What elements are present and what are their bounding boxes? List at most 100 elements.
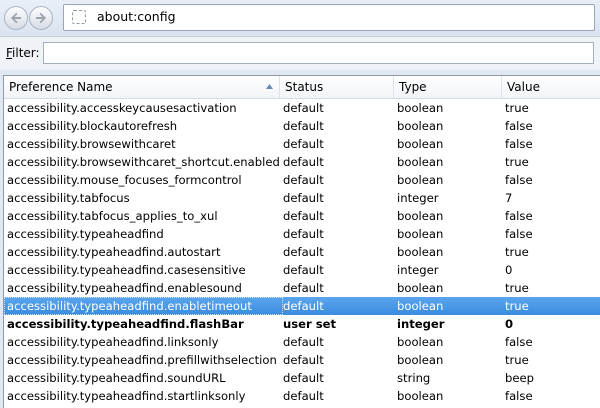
- value-cell: false: [505, 389, 533, 403]
- value-cell: false: [505, 335, 533, 349]
- preference-name-cell: accessibility.blockautorefresh: [7, 119, 178, 133]
- column-header-preference-name[interactable]: Preference Name: [4, 76, 280, 98]
- table-row[interactable]: accessibility.tabfocus_applies_to_xul def…: [4, 207, 600, 225]
- type-cell: boolean: [397, 227, 444, 241]
- table-row[interactable]: accessibility.typeaheadfind.autostart def…: [4, 243, 600, 261]
- value-cell: 7: [505, 191, 513, 205]
- preference-name-cell: accessibility.accesskeycausesactivation: [7, 101, 237, 115]
- type-cell: boolean: [397, 299, 444, 313]
- table-row[interactable]: accessibility.browsewithcaret default bool…: [4, 135, 600, 153]
- type-cell: integer: [397, 317, 445, 331]
- status-cell: default: [283, 245, 324, 259]
- filter-row: Filter:: [0, 36, 600, 70]
- forward-arrow-icon: [36, 12, 46, 24]
- value-cell: false: [505, 209, 533, 223]
- table-row[interactable]: accessibility.mouse_focuses_formcontrol d…: [4, 171, 600, 189]
- forward-button[interactable]: [29, 6, 53, 30]
- preference-name-cell: accessibility.tabfocus: [7, 191, 130, 205]
- table-row[interactable]: accessibility.typeaheadfind.flashBar user…: [4, 315, 600, 333]
- type-cell: boolean: [397, 335, 444, 349]
- value-cell: false: [505, 119, 533, 133]
- table-body: accessibility.accesskeycausesactivation d…: [4, 99, 600, 405]
- type-cell: boolean: [397, 155, 444, 169]
- type-cell: boolean: [397, 137, 444, 151]
- status-cell: default: [283, 281, 324, 295]
- preference-name-cell: accessibility.typeaheadfind.enabletimeou…: [4, 297, 283, 315]
- value-cell: true: [505, 245, 529, 259]
- type-cell: boolean: [397, 281, 444, 295]
- back-button[interactable]: [4, 6, 28, 30]
- column-header-value[interactable]: Value: [502, 76, 600, 98]
- type-cell: integer: [397, 191, 439, 205]
- status-cell: default: [283, 155, 324, 169]
- table-row[interactable]: accessibility.typeaheadfind.soundURL defa…: [4, 369, 600, 387]
- value-cell: 0: [505, 317, 514, 331]
- table-row[interactable]: accessibility.typeaheadfind.enabletimeou…: [4, 297, 600, 315]
- preference-name-cell: accessibility.typeaheadfind.startlinkson…: [7, 389, 246, 403]
- value-cell: true: [505, 299, 529, 313]
- table-row[interactable]: accessibility.typeaheadfind.casesensitiv…: [4, 261, 600, 279]
- value-cell: true: [505, 281, 529, 295]
- status-cell: user set: [283, 317, 337, 331]
- status-cell: default: [283, 209, 324, 223]
- type-cell: string: [397, 371, 431, 385]
- value-cell: false: [505, 227, 533, 241]
- preference-name-cell: accessibility.browsewithcaret: [7, 137, 176, 151]
- column-header-status[interactable]: Status: [280, 76, 394, 98]
- status-cell: default: [283, 299, 324, 313]
- table-row[interactable]: accessibility.blockautorefresh default boo…: [4, 117, 600, 135]
- preference-name-cell: accessibility.typeaheadfind.casesensitiv…: [7, 263, 246, 277]
- table-row[interactable]: accessibility.tabfocus default integer 7: [4, 189, 600, 207]
- status-cell: default: [283, 227, 324, 241]
- table-row[interactable]: accessibility.typeaheadfind default boolea…: [4, 225, 600, 243]
- status-cell: default: [283, 389, 324, 403]
- value-cell: true: [505, 101, 529, 115]
- type-cell: boolean: [397, 119, 444, 133]
- type-cell: boolean: [397, 173, 444, 187]
- type-cell: boolean: [397, 209, 444, 223]
- preference-name-cell: accessibility.browsewithcaret_shortcut.e…: [7, 155, 280, 169]
- table-row[interactable]: accessibility.typeaheadfind.startlinkson…: [4, 387, 600, 405]
- url-text: about:config: [97, 9, 176, 24]
- status-cell: default: [283, 137, 324, 151]
- preference-name-cell: accessibility.typeaheadfind.linksonly: [7, 335, 219, 349]
- status-cell: default: [283, 371, 324, 385]
- preference-name-cell: accessibility.tabfocus_applies_to_xul: [7, 209, 218, 223]
- status-cell: default: [283, 191, 324, 205]
- preference-name-cell: accessibility.typeaheadfind.autostart: [7, 245, 221, 259]
- value-cell: true: [505, 155, 529, 169]
- preference-name-cell: accessibility.typeaheadfind.soundURL: [7, 371, 226, 385]
- type-cell: integer: [397, 263, 439, 277]
- status-cell: default: [283, 173, 324, 187]
- table-row[interactable]: accessibility.typeaheadfind.linksonly def…: [4, 333, 600, 351]
- value-cell: beep: [505, 371, 534, 385]
- value-cell: false: [505, 173, 533, 187]
- type-cell: boolean: [397, 389, 444, 403]
- filter-label: Filter:: [6, 46, 40, 60]
- status-cell: default: [283, 353, 324, 367]
- type-cell: boolean: [397, 245, 444, 259]
- preference-name-cell: accessibility.typeaheadfind.prefillwiths…: [7, 353, 277, 367]
- column-header-type[interactable]: Type: [394, 76, 502, 98]
- preference-name-cell: accessibility.typeaheadfind.enablesound: [7, 281, 242, 295]
- url-bar[interactable]: about:config: [63, 4, 595, 31]
- navigation-toolbar: about:config: [0, 0, 600, 36]
- value-cell: true: [505, 353, 529, 367]
- status-cell: default: [283, 101, 324, 115]
- table-header: Preference Name Status Type Value: [4, 76, 600, 99]
- type-cell: boolean: [397, 353, 444, 367]
- table-row[interactable]: accessibility.accesskeycausesactivation d…: [4, 99, 600, 117]
- preferences-table[interactable]: Preference Name Status Type Value access…: [3, 75, 600, 408]
- preference-name-cell: accessibility.typeaheadfind: [7, 227, 164, 241]
- value-cell: false: [505, 137, 533, 151]
- table-row[interactable]: accessibility.browsewithcaret_shortcut.e…: [4, 153, 600, 171]
- value-cell: 0: [505, 263, 513, 277]
- status-cell: default: [283, 263, 324, 277]
- page-icon: [72, 10, 86, 24]
- table-row[interactable]: accessibility.typeaheadfind.prefillwiths…: [4, 351, 600, 369]
- status-cell: default: [283, 335, 324, 349]
- filter-input[interactable]: [43, 42, 594, 64]
- preference-name-cell: accessibility.mouse_focuses_formcontrol: [7, 173, 242, 187]
- table-row[interactable]: accessibility.typeaheadfind.enablesound d…: [4, 279, 600, 297]
- back-arrow-icon: [11, 12, 21, 24]
